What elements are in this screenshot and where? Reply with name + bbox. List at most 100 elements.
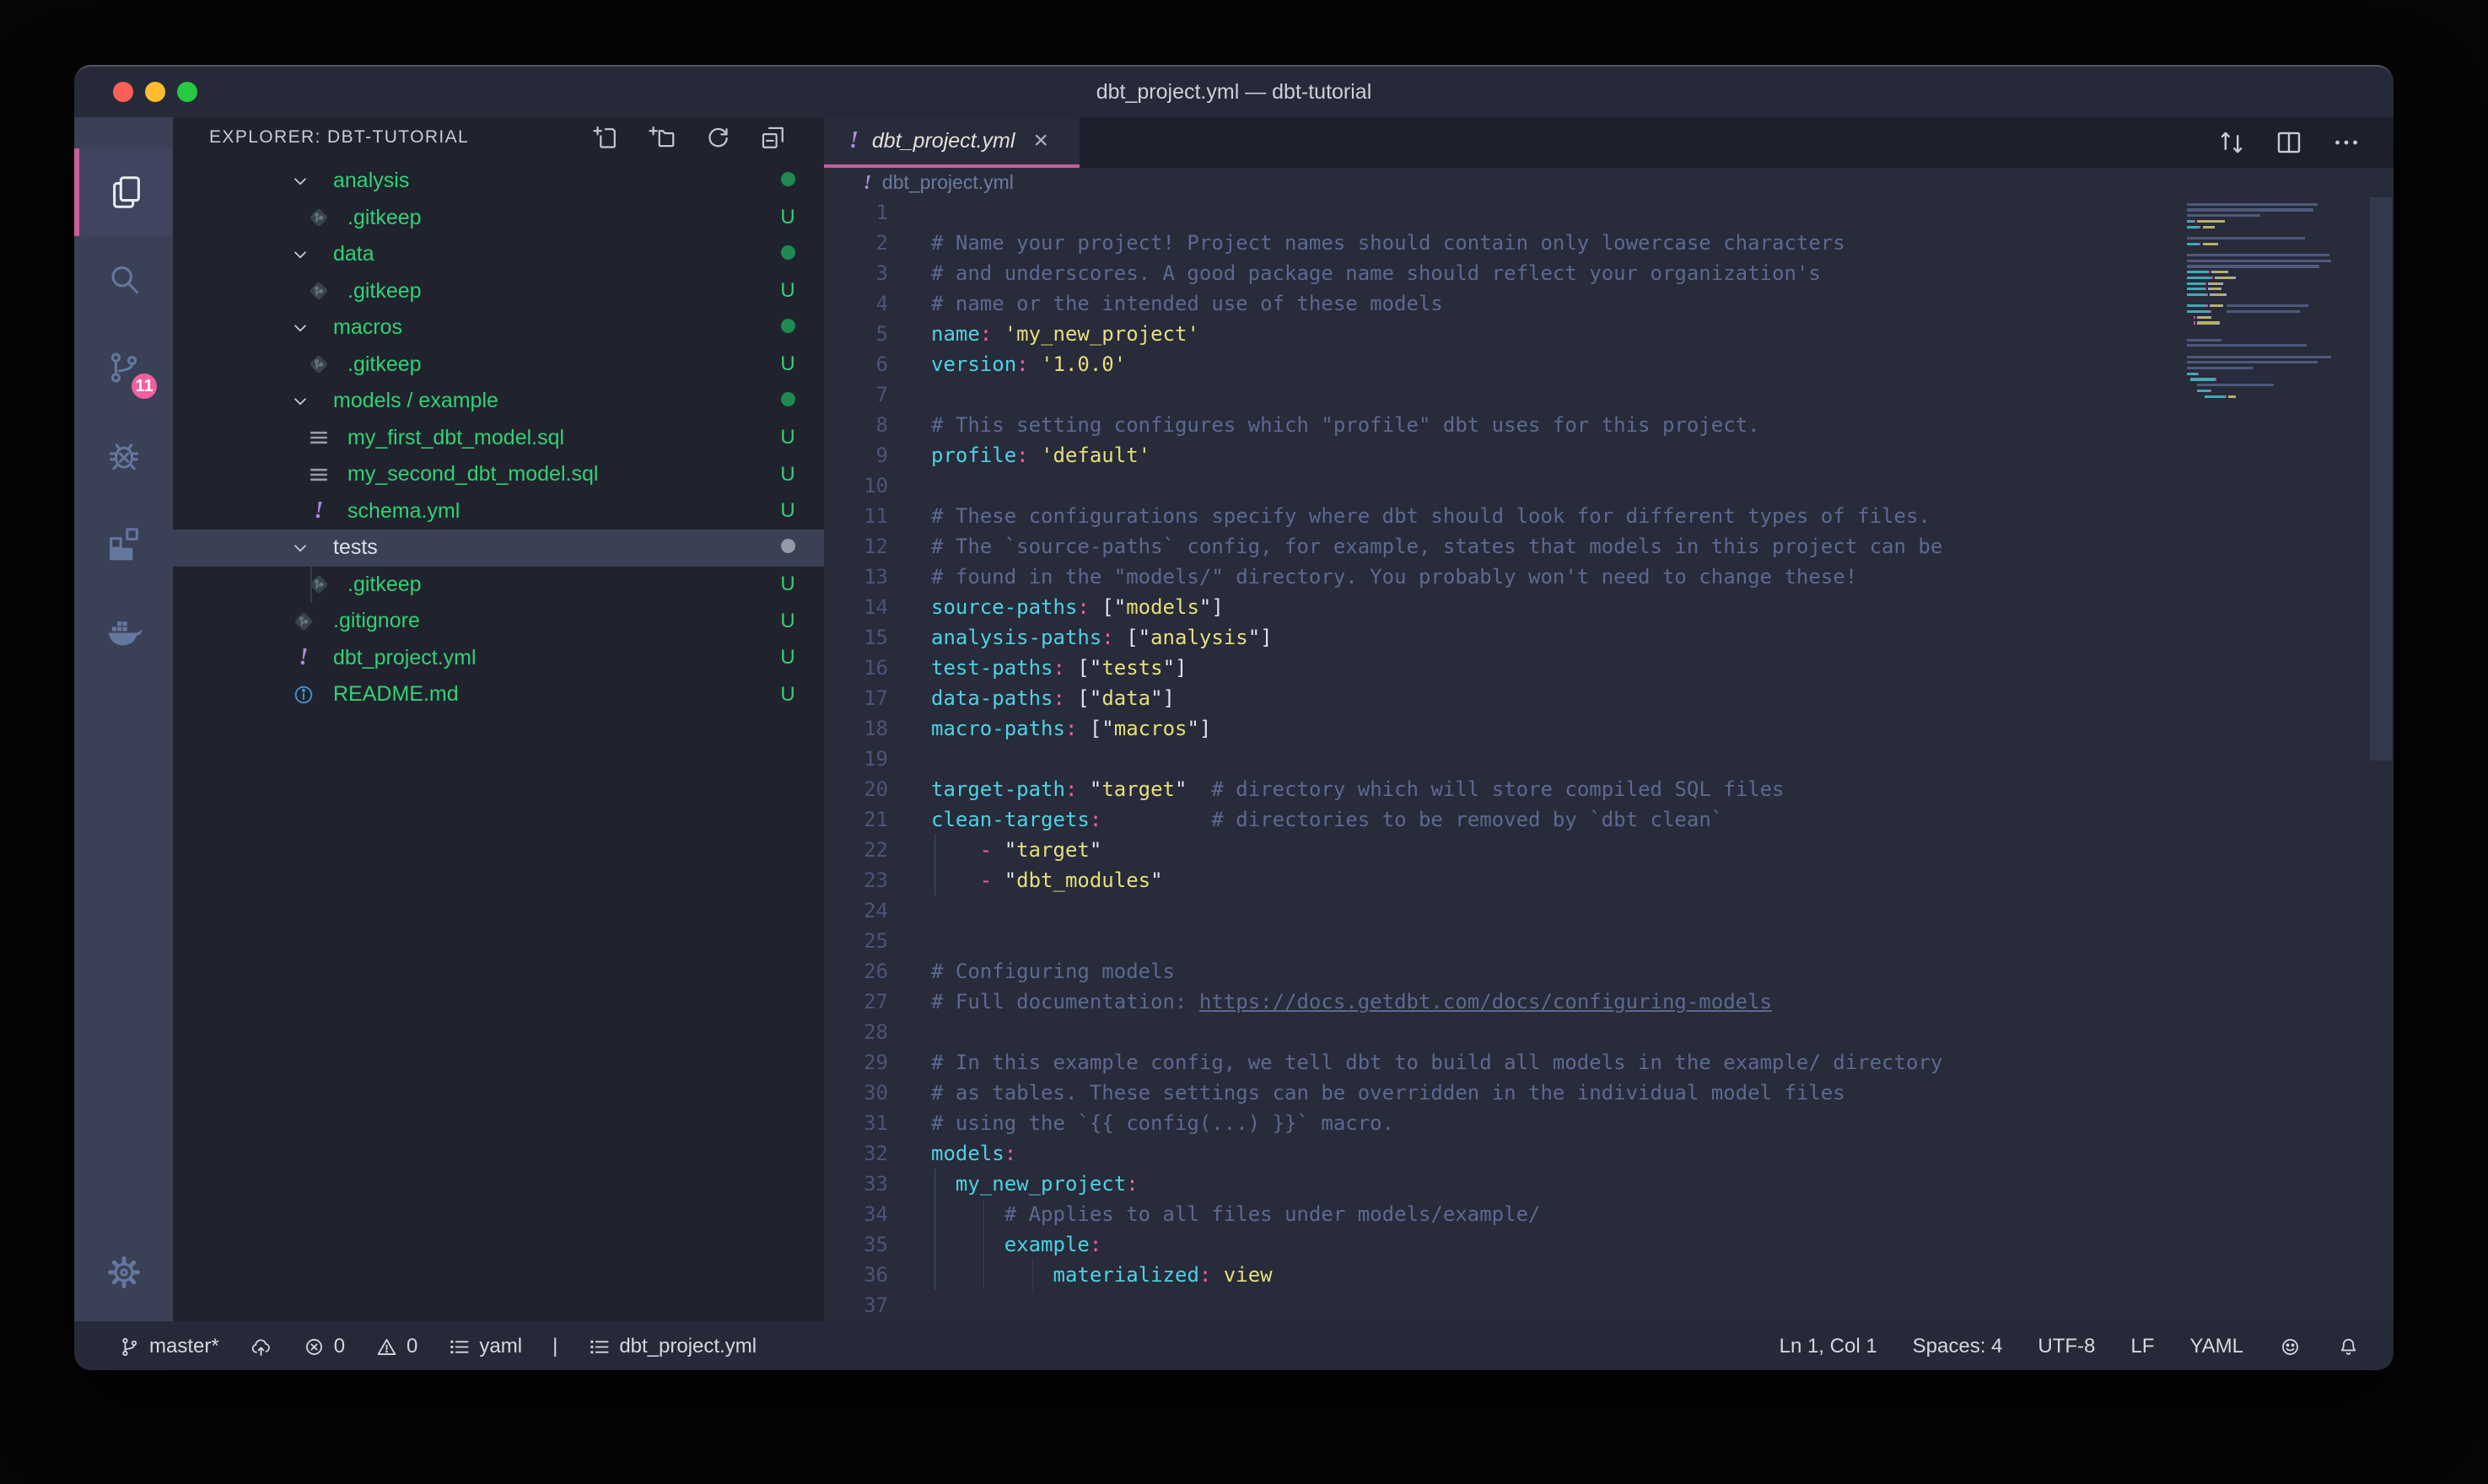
explorer-header: EXPLORER: DBT-TUTORIAL [173,117,824,158]
bell-icon [2337,1336,2360,1358]
minimap-line [2187,378,2216,380]
git-file-icon [306,572,331,597]
tree-folder-macros[interactable]: macros [173,309,824,347]
tab-dbt-project-yml[interactable]: ! dbt_project.yml × [824,117,1080,168]
tree-file-dbt-project-yml[interactable]: !dbt_project.ymlU [173,640,824,677]
files-icon [107,173,146,212]
status-feedback[interactable] [2279,1336,2302,1358]
refresh-button[interactable] [703,124,731,152]
activity-item-docker[interactable] [74,587,173,675]
new-folder-button[interactable] [648,124,676,152]
info-icon [292,683,315,707]
more-actions-button[interactable] [2331,127,2361,158]
code-line-10: 10 [824,470,2394,501]
line-number: 4 [824,288,888,319]
minimap-line [2187,310,2300,313]
tree-file--gitignore[interactable]: .gitignoreU [173,603,824,640]
line-number: 14 [824,592,888,622]
line-number: 17 [824,683,888,713]
tree-item-label: README.md [333,682,459,707]
status-indentation[interactable]: Spaces: 4 [1913,1335,2003,1358]
tree-folder-data[interactable]: data [173,236,824,273]
status-errors[interactable]: 0 [303,1335,345,1358]
git-untracked-badge: U [773,352,802,376]
status-notifications[interactable] [2337,1336,2360,1358]
tree-file-readme-md[interactable]: README.md U [173,676,824,713]
list-icon [588,1336,611,1358]
line-number: 29 [824,1047,888,1078]
code-line-29: 29# In this example config, we tell dbt … [824,1047,2394,1078]
activity-item-debug[interactable] [74,411,173,499]
gear-icon [105,1253,143,1292]
code-line-18: 18macro-paths: ["macros"] [824,713,2394,744]
refresh-icon [703,124,731,152]
status-publish[interactable] [250,1336,272,1358]
minimap-line [2187,395,2236,398]
tree-item-label: my_first_dbt_model.sql [347,426,564,450]
git-untracked-badge: U [773,463,802,487]
breadcrumb[interactable]: ! dbt_project.yml [824,168,2394,197]
activity-item-source-control[interactable]: 11 [74,324,173,411]
activity-item-explorer[interactable] [74,148,173,236]
activity-bar: 11 [74,117,173,1321]
code-line-34: 34 # Applies to all files under models/e… [824,1199,2394,1229]
line-number: 10 [824,470,888,501]
status-file-status[interactable]: dbt_project.yml [588,1335,757,1358]
new-file-button[interactable] [592,124,620,152]
minimap-line [2187,260,2331,262]
activity-item-search[interactable] [74,236,173,324]
git-file-icon [291,609,316,634]
split-editor-button[interactable] [2274,127,2304,158]
tree-file-my-second-dbt-model-sql[interactable]: my_second_dbt_model.sqlU [173,456,824,493]
status-encoding[interactable]: UTF-8 [2038,1335,2095,1358]
git-untracked-badge: U [773,426,802,449]
line-number: 1 [824,197,888,228]
status-yaml-status[interactable]: yaml [448,1335,522,1358]
tree-file-my-first-dbt-model-sql[interactable]: my_first_dbt_model.sql U [173,420,824,457]
status-language-mode[interactable]: YAML [2189,1335,2243,1358]
file-type-icon [291,682,316,707]
line-number: 37 [824,1290,888,1320]
minimap-line [2187,277,2236,279]
chevron-down-icon [289,317,311,339]
line-number: 31 [824,1108,888,1138]
open-changes-button[interactable] [2216,127,2247,158]
line-number: 16 [824,653,888,683]
line-number: 22 [824,835,888,865]
tree-file-schema-yml[interactable]: !schema.ymlU [173,493,824,530]
code-line-13: 13# found in the "models/" directory. Yo… [824,562,2394,592]
collapse-all-button[interactable] [759,124,787,152]
tree-file--gitkeep[interactable]: .gitkeepU [173,200,824,237]
line-number: 26 [824,956,888,987]
git-untracked-badge: U [773,279,802,303]
status-eol[interactable]: LF [2130,1335,2154,1358]
status-cursor-position[interactable]: Ln 1, Col 1 [1780,1335,1877,1358]
tree-item-label: analysis [333,169,409,193]
status-git-branch[interactable]: master* [118,1335,219,1358]
chevron-down-icon [289,390,311,412]
minimap-line [2187,220,2225,223]
status-separator: | [552,1335,557,1358]
tree-folder-analysis[interactable]: analysis [173,163,824,200]
code-line-11: 11# These configurations specify where d… [824,501,2394,531]
activity-item-extensions[interactable] [74,499,173,587]
activity-item-settings[interactable] [74,1229,173,1316]
status-warnings[interactable]: 0 [375,1335,417,1358]
tree-file--gitkeep[interactable]: .gitkeepU [173,347,824,384]
tree-item-label: models / example [333,389,498,413]
code-editor[interactable]: 12# Name your project! Project names sho… [824,197,2394,1321]
tree-folder-models-example[interactable]: models / example [173,383,824,420]
code-line-27: 27# Full documentation: https://docs.get… [824,987,2394,1017]
minimap-line [2187,208,2313,211]
tree-folder-tests[interactable]: tests [173,530,824,567]
git-untracked-badge: U [773,683,802,707]
code-line-5: 5name: 'my_new_project' [824,319,2394,349]
minimap-line [2187,288,2221,290]
close-tab-icon[interactable]: × [1033,128,1048,153]
tree-file--gitkeep[interactable]: .gitkeepU [173,567,824,604]
vertical-scrollbar[interactable] [2370,197,2392,761]
minimap[interactable] [2187,197,2364,703]
tree-file--gitkeep[interactable]: .gitkeepU [173,273,824,310]
minimap-line [2187,339,2221,341]
minimap-line [2187,384,2274,386]
